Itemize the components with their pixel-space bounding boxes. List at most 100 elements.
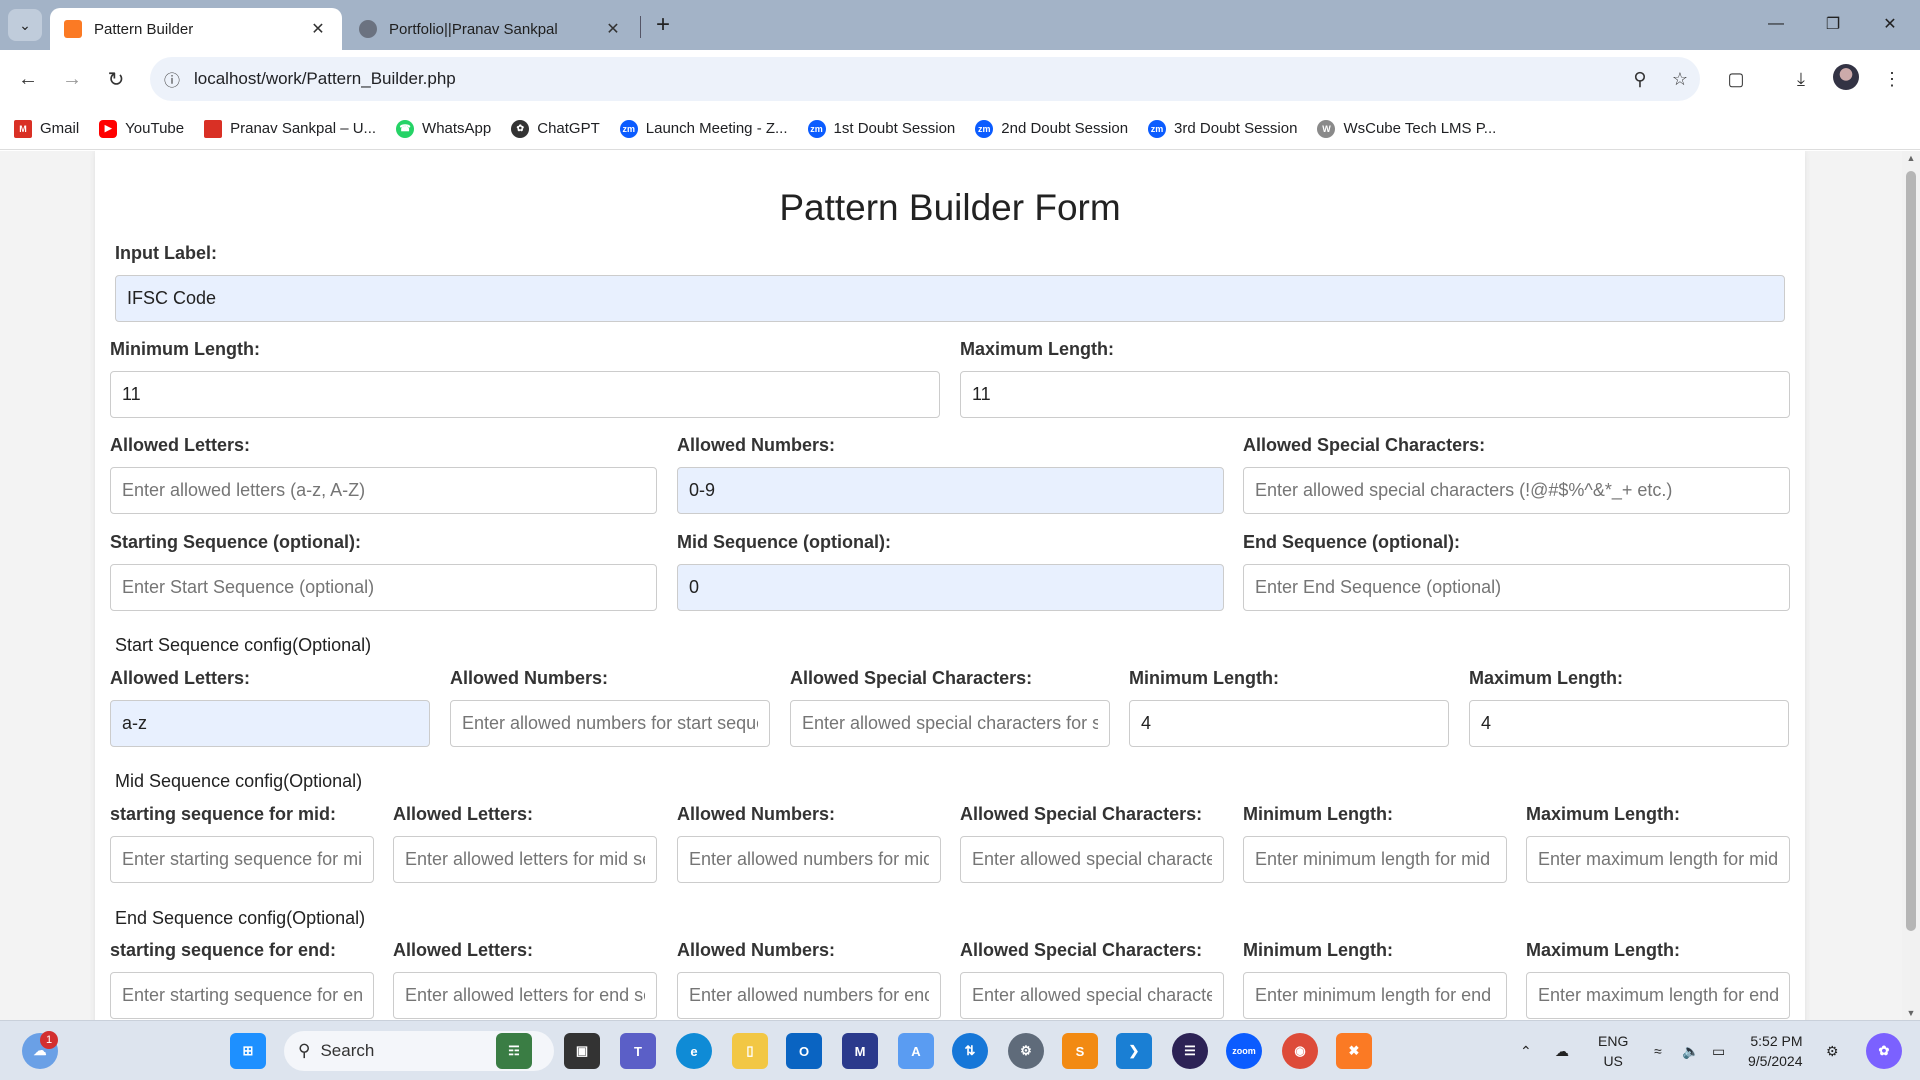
bookmark-3rd-doubt[interactable]: zm 3rd Doubt Session xyxy=(1148,119,1297,138)
sublime-text-icon[interactable]: S xyxy=(1062,1033,1098,1069)
site-info-icon[interactable]: ⓘ xyxy=(150,67,194,91)
zoom-app-icon[interactable]: zoom xyxy=(1226,1033,1262,1069)
zoom-icon: zm xyxy=(975,119,994,138)
vscode-icon[interactable]: ❯ xyxy=(1116,1033,1152,1069)
mid-letters-field[interactable] xyxy=(393,836,657,883)
volume-icon[interactable]: 🔈 xyxy=(1682,1021,1699,1080)
minimize-button[interactable]: — xyxy=(1748,8,1804,40)
start-special-label: Allowed Special Characters: xyxy=(790,668,1033,688)
outlook-icon[interactable]: O xyxy=(786,1033,822,1069)
end-min-field[interactable] xyxy=(1243,972,1507,1019)
end-config-heading: End Sequence config(Optional) xyxy=(115,908,366,928)
mid-numbers-field[interactable] xyxy=(677,836,941,883)
download-icon[interactable]: ⤓ xyxy=(1785,63,1817,95)
language-indicator[interactable]: ENG US xyxy=(1598,1031,1628,1071)
bookmark-gmail[interactable]: M Gmail xyxy=(14,119,79,138)
tab-portfolio[interactable]: Portfolio||Pranav Sankpal ✕ xyxy=(345,8,637,50)
start-special-field[interactable] xyxy=(790,700,1110,747)
notification-badge: 1 xyxy=(40,1031,58,1049)
url-text[interactable]: localhost/work/Pattern_Builder.php xyxy=(194,69,1620,89)
bookmarks-bar: M Gmail ▶ YouTube Pranav Sankpal – U... … xyxy=(0,108,1920,150)
window-close-button[interactable]: ✕ xyxy=(1862,8,1918,40)
end-special-label: Allowed Special Characters: xyxy=(960,940,1203,960)
mid-start-field[interactable] xyxy=(110,836,374,883)
allowed-letters-field[interactable] xyxy=(110,467,657,514)
end-numbers-field[interactable] xyxy=(677,972,941,1019)
allowed-numbers-label: Allowed Numbers: xyxy=(677,435,836,455)
start-min-field[interactable] xyxy=(1129,700,1449,747)
end-letters-field[interactable] xyxy=(393,972,657,1019)
min-length-field[interactable] xyxy=(110,371,940,418)
form-card: Pattern Builder Form Input Label: Minimu… xyxy=(95,151,1805,1020)
bookmark-wscube[interactable]: W WsCube Tech LMS P... xyxy=(1317,119,1496,138)
allowed-special-field[interactable] xyxy=(1243,467,1790,514)
start-sequence-field[interactable] xyxy=(110,564,657,611)
translator-icon[interactable]: A xyxy=(898,1033,934,1069)
reload-button[interactable]: ↻ xyxy=(100,63,132,95)
copilot-icon[interactable]: ✿ xyxy=(1866,1033,1902,1069)
editor-app-icon[interactable]: M xyxy=(842,1033,878,1069)
end-max-field[interactable] xyxy=(1526,972,1790,1019)
chevron-down-icon: ⌄ xyxy=(19,16,31,33)
file-explorer-icon[interactable]: ▯ xyxy=(732,1033,768,1069)
end-start-field[interactable] xyxy=(110,972,374,1019)
start-letters-label: Allowed Letters: xyxy=(110,668,251,688)
close-icon[interactable]: ✕ xyxy=(603,19,623,39)
system-clock[interactable]: 5:52 PM 9/5/2024 xyxy=(1748,1031,1803,1071)
scrollbar-thumb[interactable] xyxy=(1906,171,1916,931)
address-bar[interactable]: ⓘ localhost/work/Pattern_Builder.php ⚲ ☆ xyxy=(150,57,1700,101)
mid-max-label: Maximum Length: xyxy=(1526,804,1681,824)
xampp-taskbar-icon[interactable]: ✖ xyxy=(1336,1033,1372,1069)
page-scrollbar[interactable]: ▲ ▼ xyxy=(1902,151,1920,1020)
back-button[interactable]: ← xyxy=(12,63,44,95)
bookmark-chatgpt[interactable]: ✿ ChatGPT xyxy=(511,119,600,138)
edge-icon[interactable]: e xyxy=(676,1033,712,1069)
chrome-icon[interactable]: ◉ xyxy=(1282,1033,1318,1069)
windows-start-icon[interactable]: ⊞ xyxy=(230,1033,266,1069)
settings-gear-icon[interactable]: ⚙ xyxy=(1008,1033,1044,1069)
start-numbers-field[interactable] xyxy=(450,700,770,747)
bookmark-1st-doubt[interactable]: zm 1st Doubt Session xyxy=(807,119,955,138)
bookmark-pranav[interactable]: Pranav Sankpal – U... xyxy=(204,119,376,138)
max-length-field[interactable] xyxy=(960,371,1790,418)
mid-sequence-field[interactable] xyxy=(677,564,1224,611)
bookmark-star-icon[interactable]: ☆ xyxy=(1660,69,1700,90)
battery-icon[interactable]: ▭ xyxy=(1712,1021,1725,1080)
onedrive-icon[interactable]: ☁ xyxy=(1555,1021,1569,1080)
profile-avatar[interactable] xyxy=(1833,64,1859,90)
zoom-icon[interactable]: ⚲ xyxy=(1620,69,1660,90)
min-length-label: Minimum Length: xyxy=(110,339,260,359)
forward-button[interactable]: → xyxy=(56,63,88,95)
wifi-icon[interactable]: ≈ xyxy=(1654,1021,1662,1080)
tab-search-button[interactable]: ⌄ xyxy=(8,9,42,41)
new-tab-button[interactable]: + xyxy=(648,10,678,40)
end-sequence-field[interactable] xyxy=(1243,564,1790,611)
teams-icon[interactable]: T xyxy=(620,1033,656,1069)
extensions-icon[interactable]: ▢ xyxy=(1720,63,1752,95)
bookmark-whatsapp[interactable]: ☎ WhatsApp xyxy=(396,119,491,138)
restore-button[interactable]: ❐ xyxy=(1805,8,1861,40)
scroll-up-icon[interactable]: ▲ xyxy=(1902,153,1920,163)
input-label-field[interactable] xyxy=(115,275,1785,322)
start-max-field[interactable] xyxy=(1469,700,1789,747)
bookmark-launch-meeting[interactable]: zm Launch Meeting - Z... xyxy=(619,119,788,138)
bluetooth-icon[interactable]: ⇅ xyxy=(952,1033,988,1069)
start-letters-field[interactable] xyxy=(110,700,430,747)
end-special-field[interactable] xyxy=(960,972,1224,1019)
task-view-icon[interactable]: ▣ xyxy=(564,1033,600,1069)
tray-chevron-icon[interactable]: ⌃ xyxy=(1520,1021,1532,1080)
tab-pattern-builder[interactable]: Pattern Builder ✕ xyxy=(50,8,342,50)
mid-min-field[interactable] xyxy=(1243,836,1507,883)
mid-letters-label: Allowed Letters: xyxy=(393,804,534,824)
mid-special-field[interactable] xyxy=(960,836,1224,883)
scroll-down-icon[interactable]: ▼ xyxy=(1902,1008,1920,1018)
mid-max-field[interactable] xyxy=(1526,836,1790,883)
close-icon[interactable]: ✕ xyxy=(308,19,328,39)
bookmark-youtube[interactable]: ▶ YouTube xyxy=(99,119,184,138)
allowed-numbers-field[interactable] xyxy=(677,467,1224,514)
menu-icon[interactable]: ⋮ xyxy=(1876,63,1908,95)
bookmark-2nd-doubt[interactable]: zm 2nd Doubt Session xyxy=(975,119,1128,138)
notification-bell-icon[interactable]: ⚙ xyxy=(1826,1021,1839,1080)
search-highlight-icon[interactable]: ☶ xyxy=(496,1033,532,1069)
eclipse-icon[interactable]: ☰ xyxy=(1172,1033,1208,1069)
